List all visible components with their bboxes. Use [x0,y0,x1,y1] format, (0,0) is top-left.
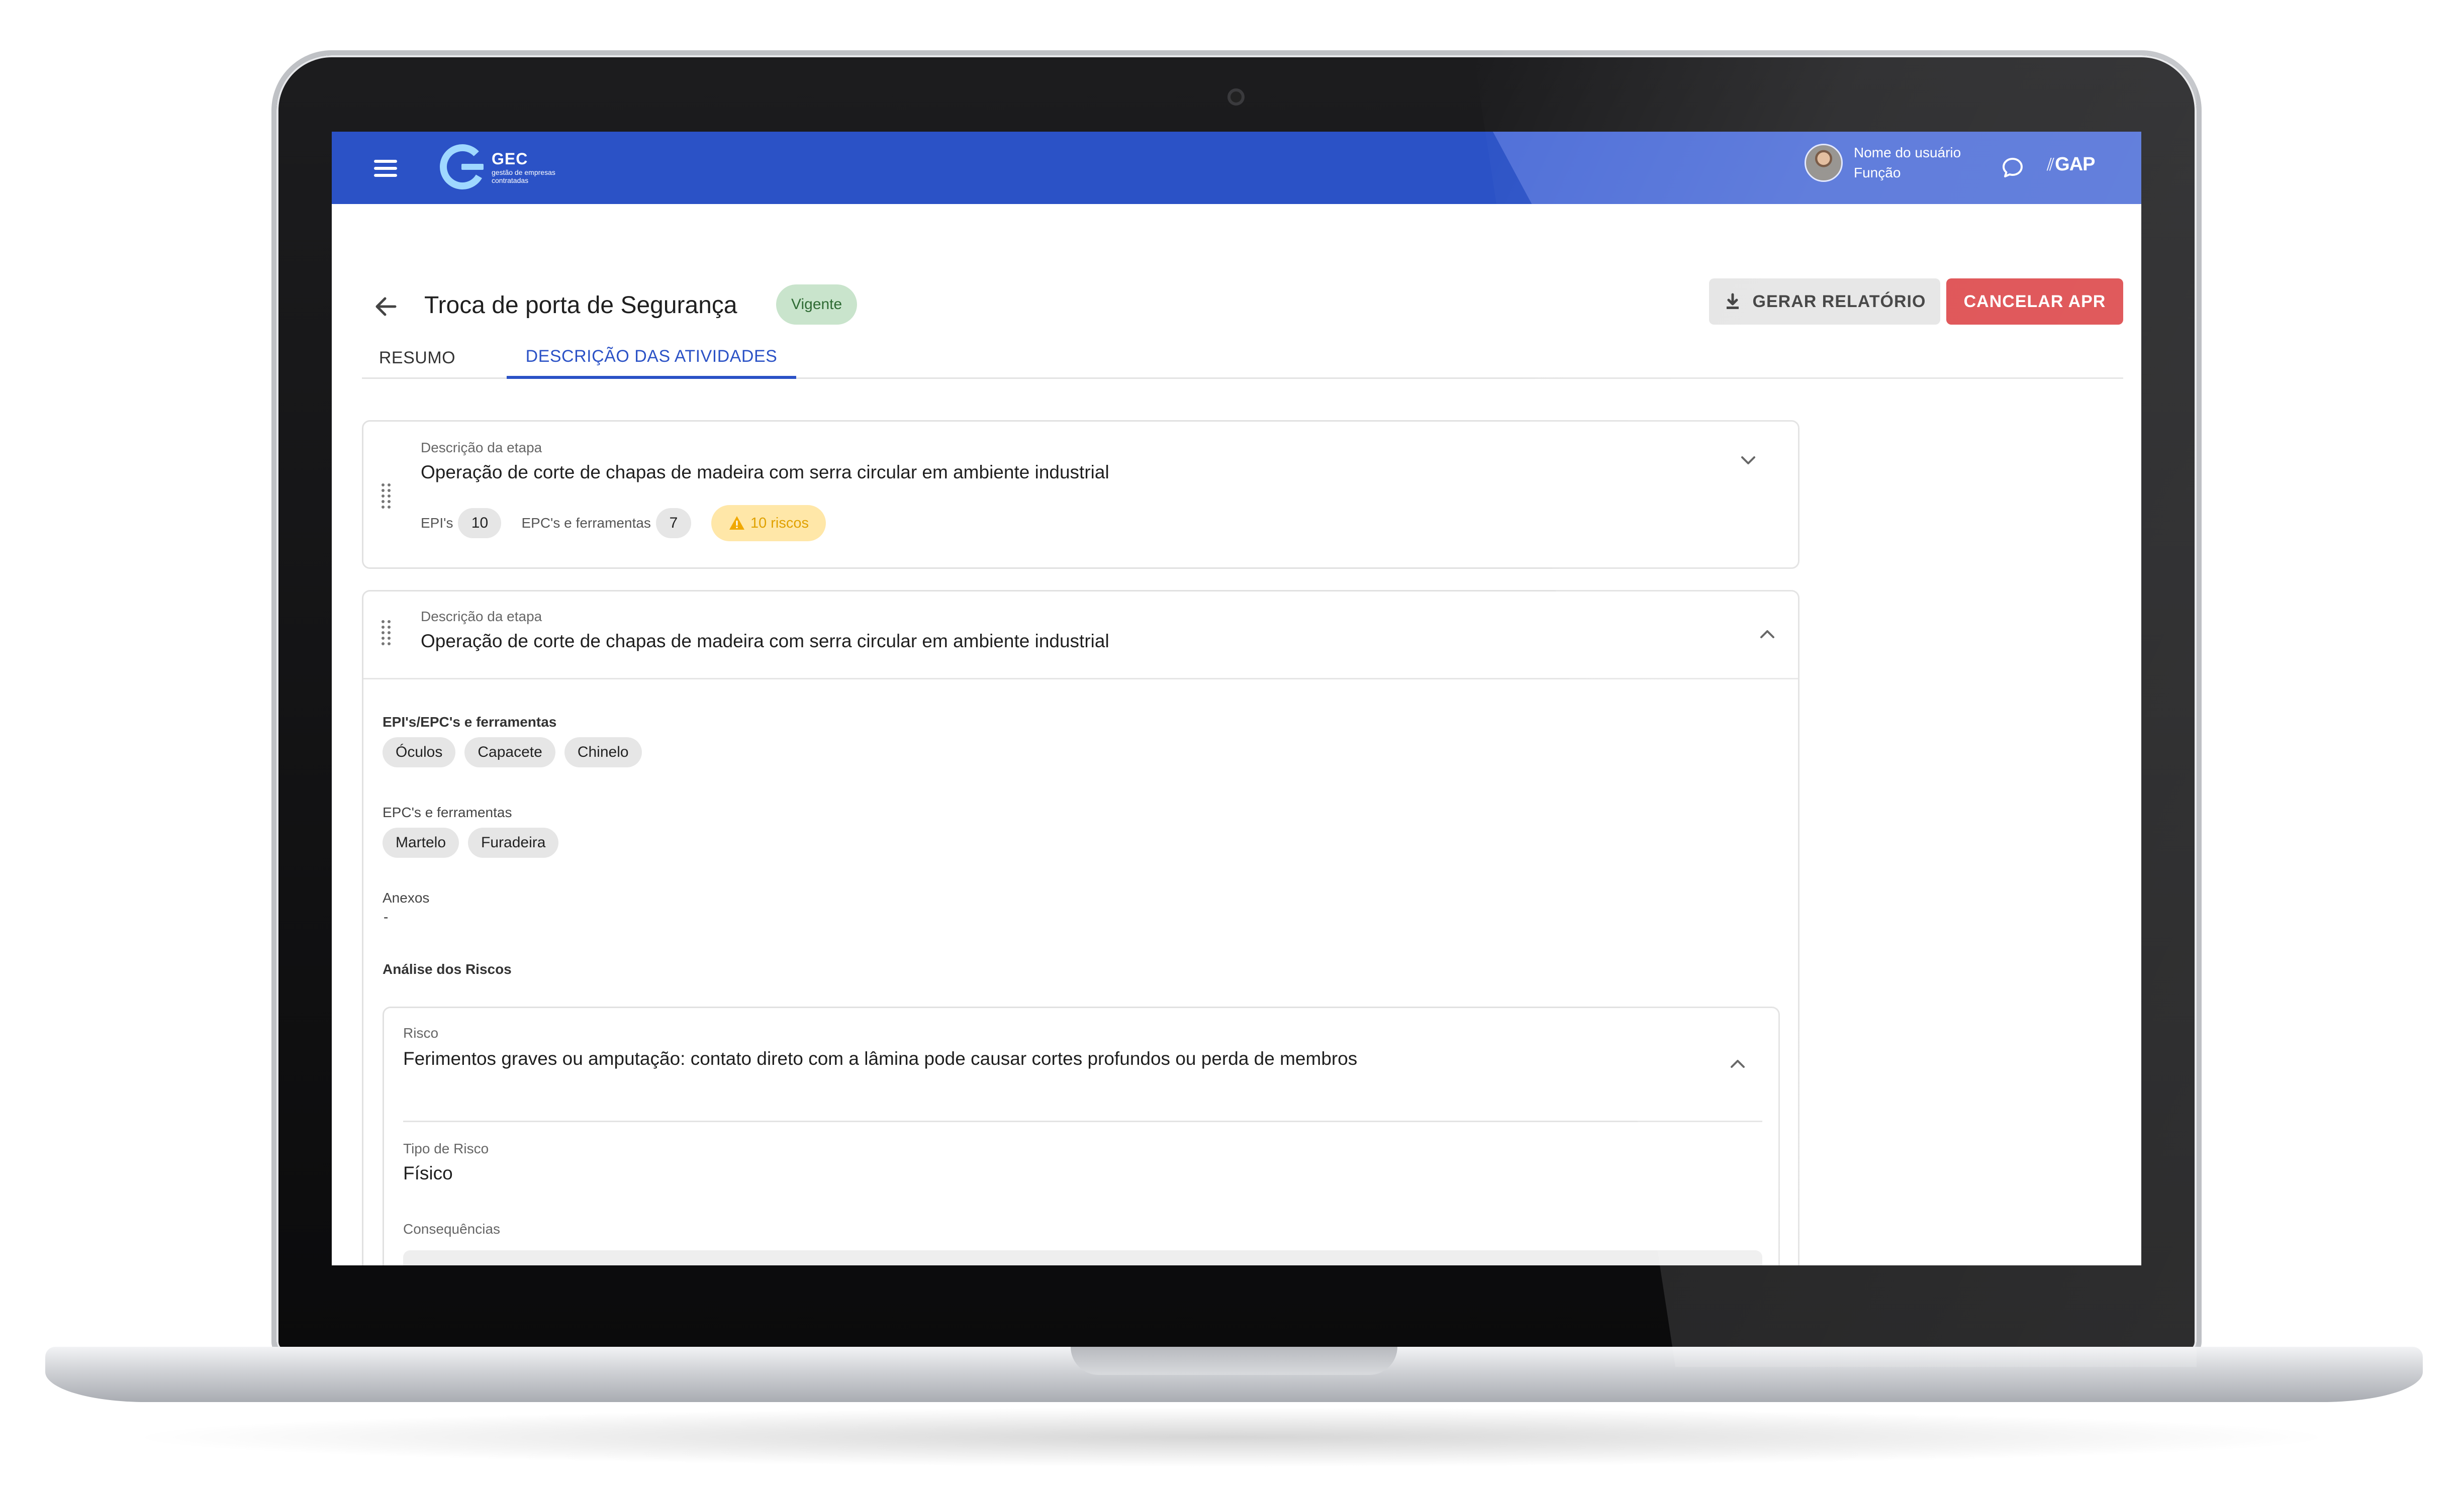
menu-icon[interactable] [374,156,397,179]
epc-count-badge: 7 [655,508,691,538]
back-arrow-icon[interactable] [372,292,400,321]
risk-analysis-label: Análise dos Riscos [383,961,512,977]
tab-bar: RESUMO DESCRIÇÃO DAS ATIVIDADES [362,337,2123,379]
step-description-label: Descrição da etapa [421,440,542,455]
user-menu[interactable]: Nome do usuário Função [1805,143,1961,183]
gap-logo: ⫽GAP [2047,154,2096,175]
epc-chip: Martelo [383,828,459,858]
chat-icon[interactable] [2001,156,2025,180]
risk-count-text: 10 riscos [750,515,809,531]
laptop-shadow [121,1407,2342,1467]
epc-section-label: EPC's e ferramentas [383,805,512,820]
download-icon [1726,293,1739,309]
page-title: Troca de porta de Segurança [424,292,737,319]
chevron-up-icon[interactable] [1755,622,1780,647]
user-name: Nome do usuário [1854,145,1961,160]
logo-subtitle: gestão de empresas contratadas [492,168,555,184]
camera-icon [1227,88,1245,106]
risk-label: Risco [403,1025,439,1041]
app-screen: GEC gestão de empresas contratadas Nome … [332,132,2141,1265]
status-badge: Vigente [776,284,858,325]
epi-count-label: EPI's [421,515,453,531]
top-app-bar: GEC gestão de empresas contratadas Nome … [332,132,2141,204]
epi-chips: Óculos Capacete Chinelo [383,737,651,767]
epi-section-label: EPI's/EPC's e ferramentas [383,714,557,730]
consequences-field[interactable] [403,1250,1762,1265]
attachments-label: Anexos [383,890,430,906]
epi-chip: Capacete [464,737,555,767]
step-description-value: Operação de corte de chapas de madeira c… [421,631,1109,651]
step-card-expanded: Descrição da etapa Operação de corte de … [362,590,1799,1265]
chevron-down-icon[interactable] [1736,448,1761,473]
logo-title: GEC [492,149,528,168]
risk-type-value: Físico [403,1163,453,1183]
epi-chip: Óculos [383,737,456,767]
epi-count-badge: 10 [458,508,502,538]
tab-resumo[interactable]: RESUMO [362,337,472,379]
gap-stripes-icon: ⫽ [2047,155,2054,174]
divider [363,678,1798,679]
gap-logo-text: GAP [2055,154,2095,175]
gec-logo-icon [440,144,485,189]
step-description-label: Descrição da etapa [421,609,542,624]
laptop-base-notch [1071,1347,1397,1375]
cancel-apr-button[interactable]: CANCELAR APR [1946,278,2123,325]
epi-chip: Chinelo [564,737,642,767]
generate-report-button[interactable]: GERAR RELATÓRIO [1709,278,1940,325]
chevron-up-icon[interactable] [1725,1051,1750,1076]
generate-report-label: GERAR RELATÓRIO [1752,291,1926,311]
consequences-label: Consequências [403,1221,501,1237]
warning-icon [729,516,744,530]
risk-type-label: Tipo de Risco [403,1141,489,1156]
gec-logo[interactable]: GEC gestão de empresas contratadas [437,142,567,192]
risk-value: Ferimentos graves ou amputação: contato … [403,1048,1358,1069]
drag-handle-icon[interactable] [380,619,393,647]
epc-count-label: EPC's e ferramentas [521,515,651,531]
user-role: Função [1854,165,1901,180]
tab-descricao-atividades[interactable]: DESCRIÇÃO DAS ATIVIDADES [507,337,796,379]
step-card[interactable]: Descrição da etapa Operação de corte de … [362,420,1799,569]
attachments-value: - [384,909,389,925]
step-description-value: Operação de corte de chapas de madeira c… [421,462,1109,482]
drag-handle-icon[interactable] [380,482,393,510]
risk-card: Risco Ferimentos graves ou amputação: co… [383,1007,1780,1265]
divider [403,1121,1762,1122]
avatar [1805,144,1843,182]
step-counters: EPI's 10 EPC's e ferramentas 7 10 riscos [421,505,826,541]
epc-chips: Martelo Furadeira [383,828,567,858]
cancel-apr-label: CANCELAR APR [1963,291,2106,311]
epc-chip: Furadeira [468,828,559,858]
risk-count-badge: 10 riscos [711,505,826,541]
